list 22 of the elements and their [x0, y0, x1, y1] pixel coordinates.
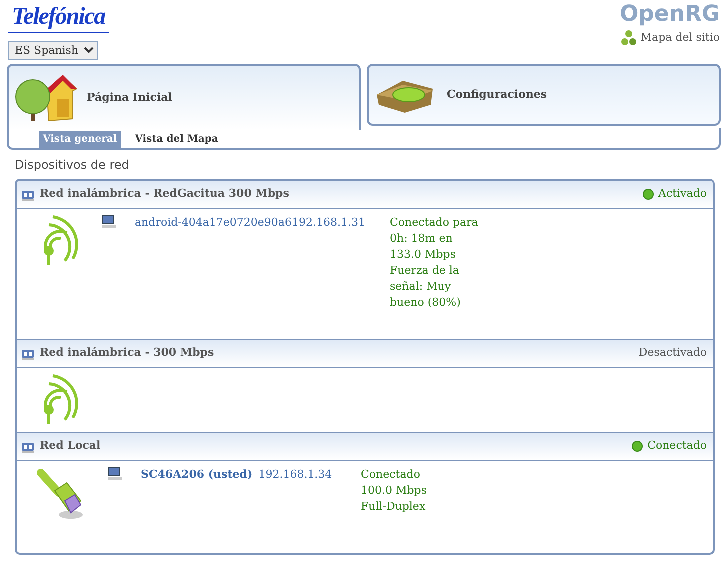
computer-icon — [101, 215, 117, 229]
product-logo: OpenRG — [620, 4, 720, 26]
page-title: Dispositivos de red — [15, 157, 130, 174]
device-link[interactable]: SC46A206 (usted) — [141, 467, 253, 484]
brand-logo: Telefónica — [8, 4, 110, 33]
device-link[interactable]: android-404a17e0720e90a6192.168.1.31 — [135, 215, 366, 232]
computer-icon — [107, 467, 123, 481]
section-title: Red inalámbrica - RedGacitua 300 Mbps — [40, 186, 290, 202]
sitemap-icon — [620, 30, 637, 46]
section-title: Red inalámbrica - 300 Mbps — [40, 345, 214, 362]
device-status: Conectado 100.0 Mbps Full-Duplex — [361, 467, 428, 515]
device-status: Conectado para 0h: 18m en 133.0 Mbps Fuerza de la señal: Muy bueno (80%) — [390, 215, 480, 311]
sitemap-link[interactable]: Mapa del sitio — [620, 30, 720, 46]
device-ip: 192.168.1.34 — [258, 467, 332, 483]
sub-tab[interactable]: Vista del Mapa — [131, 131, 222, 148]
main-tab[interactable]: Configuraciones — [367, 64, 721, 126]
language-select[interactable]: ES Spanish — [8, 41, 98, 60]
main-tab[interactable]: Página Inicial — [7, 64, 361, 130]
section-title: Red Local — [40, 438, 101, 454]
section-status: Desactivado — [638, 345, 707, 362]
section-status: Activado — [658, 186, 707, 202]
section-status: Conectado — [648, 438, 707, 454]
